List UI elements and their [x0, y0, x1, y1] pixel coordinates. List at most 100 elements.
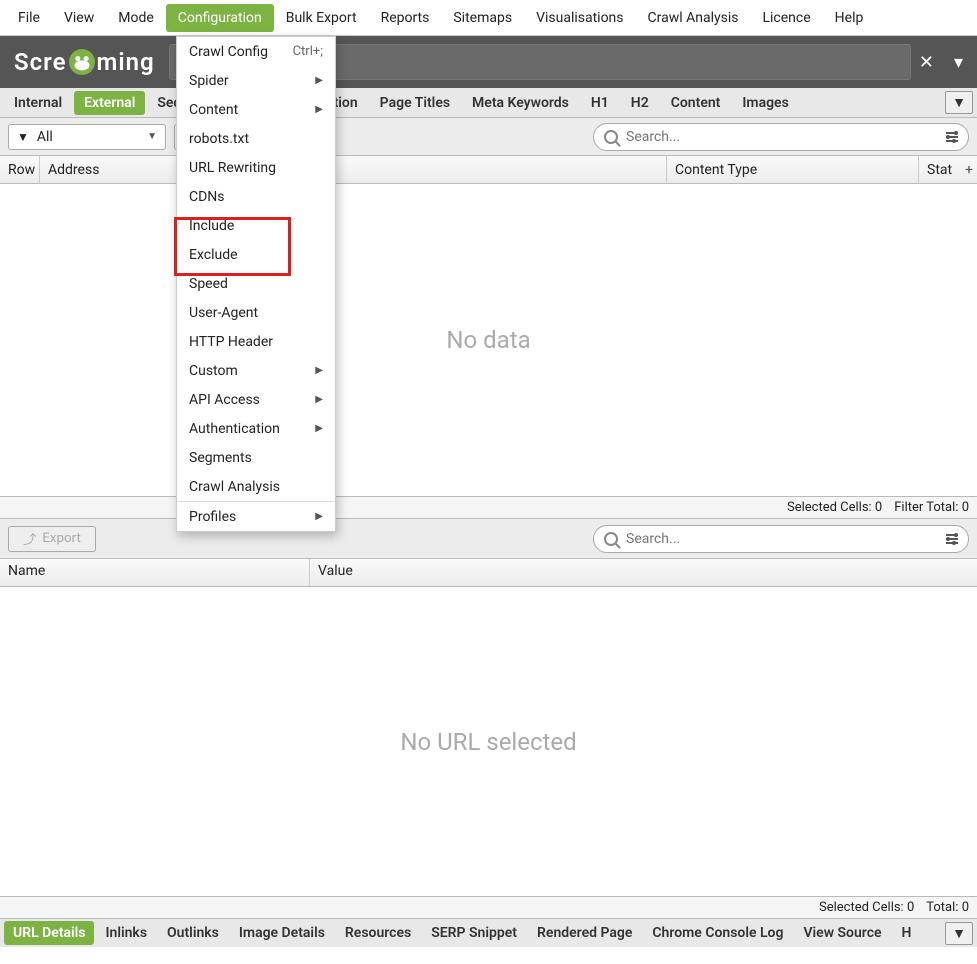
lower-export-button[interactable]: ⤴ Export: [8, 526, 96, 552]
menu-licence[interactable]: Licence: [750, 4, 822, 32]
menu-bulk-export[interactable]: Bulk Export: [274, 4, 369, 32]
cm-cdns[interactable]: CDNs: [177, 182, 335, 211]
tabs-overflow-button[interactable]: ▼: [945, 91, 973, 114]
cm-label: Authentication: [189, 421, 280, 437]
lower-search-input[interactable]: [626, 531, 938, 547]
cm-exclude[interactable]: Exclude: [177, 240, 335, 269]
selected-cells-value: 0: [907, 900, 914, 915]
search-icon: [604, 532, 618, 546]
menu-view[interactable]: View: [52, 4, 106, 32]
cm-label: Exclude: [189, 247, 238, 263]
funnel-icon: ▼: [17, 130, 29, 144]
btab-chrome-console-log[interactable]: Chrome Console Log: [643, 921, 792, 945]
tab-h2[interactable]: H2: [621, 91, 659, 115]
cm-include[interactable]: Include: [177, 211, 335, 240]
menu-mode[interactable]: Mode: [106, 4, 166, 32]
lower-table-header: Name Value: [0, 559, 977, 587]
lth-value[interactable]: Value: [310, 559, 977, 586]
submenu-arrow-icon: ▶: [315, 75, 323, 86]
search-wrap: [593, 123, 969, 151]
lower-search-wrap: [593, 525, 969, 553]
tab-content[interactable]: Content: [661, 91, 731, 115]
cm-label: Include: [189, 218, 234, 234]
cm-user-agent[interactable]: User-Agent: [177, 298, 335, 327]
selected-cells-label: Selected Cells:: [787, 500, 872, 515]
lower-data-area: No URL selected: [0, 587, 977, 897]
btab-inlinks[interactable]: Inlinks: [96, 921, 156, 945]
cm-label: HTTP Header: [189, 334, 273, 350]
btab-h[interactable]: H: [893, 921, 921, 945]
cm-spider[interactable]: Spider ▶: [177, 66, 335, 95]
status-bar-upper: Selected Cells: 0 Filter Total: 0: [0, 497, 977, 519]
th-status[interactable]: Stat: [919, 156, 977, 183]
tab-internal[interactable]: Internal: [4, 91, 72, 115]
cm-crawl-config[interactable]: Crawl ConfigCtrl+;: [177, 37, 335, 66]
cm-label: API Access: [189, 392, 260, 408]
cm-url-rewriting[interactable]: URL Rewriting: [177, 153, 335, 182]
menu-file[interactable]: File: [6, 4, 52, 32]
cm-segments[interactable]: Segments: [177, 443, 335, 472]
no-data-label: No data: [446, 326, 530, 354]
btab-view-source[interactable]: View Source: [794, 921, 890, 945]
th-address[interactable]: Address: [40, 156, 667, 183]
menu-visualisations[interactable]: Visualisations: [524, 4, 635, 32]
submenu-arrow-icon: ▶: [315, 365, 323, 376]
cm-profiles[interactable]: Profiles▶: [177, 502, 335, 531]
cm-speed[interactable]: Speed: [177, 269, 335, 298]
tab-external[interactable]: External: [74, 91, 145, 115]
cm-authentication[interactable]: Authentication ▶: [177, 414, 335, 443]
cm-label: Crawl Analysis: [189, 479, 280, 495]
app-logo: Scre ming: [0, 48, 169, 76]
cm-content[interactable]: Content▶: [177, 95, 335, 124]
tab-page-titles[interactable]: Page Titles: [370, 91, 460, 115]
btab-url-details[interactable]: URL Details: [4, 921, 94, 945]
sliders-icon[interactable]: [946, 534, 958, 544]
selected-cells-value: 0: [875, 500, 882, 515]
menu-help[interactable]: Help: [823, 4, 876, 32]
menu-crawl-analysis[interactable]: Crawl Analysis: [636, 4, 751, 32]
filter-label: All: [37, 129, 53, 145]
submenu-arrow-icon: ▶: [315, 394, 323, 405]
btab-serp-snippet[interactable]: SERP Snippet: [422, 921, 526, 945]
btab-outlinks[interactable]: Outlinks: [158, 921, 228, 945]
tab-meta-keywords[interactable]: Meta Keywords: [462, 91, 579, 115]
th-row[interactable]: Row: [0, 156, 40, 183]
submenu-arrow-icon: ▶: [315, 423, 323, 434]
clear-icon[interactable]: ✕: [919, 52, 934, 73]
filter-select[interactable]: ▼ All ▼: [8, 124, 166, 150]
table-header: Row Address Content Type Stat: [0, 156, 977, 184]
search-icon: [604, 130, 618, 144]
bottom-tabs-overflow-button[interactable]: ▼: [945, 922, 973, 945]
cm-crawl-analysis[interactable]: Crawl Analysis: [177, 472, 335, 501]
menu-configuration[interactable]: Configuration: [166, 4, 274, 32]
th-content-type[interactable]: Content Type: [667, 156, 919, 183]
submenu-arrow-icon: ▶: [315, 104, 323, 115]
btab-rendered-page[interactable]: Rendered Page: [528, 921, 641, 945]
upload-icon: ⤴: [23, 529, 36, 548]
filter-total-label: Filter Total:: [894, 500, 958, 515]
btab-image-details[interactable]: Image Details: [230, 921, 334, 945]
cm-label: Spider: [189, 73, 229, 89]
cm-custom[interactable]: Custom ▶: [177, 356, 335, 385]
lower-export-label: Export: [42, 531, 80, 546]
search-input[interactable]: [626, 129, 938, 145]
sliders-icon[interactable]: [946, 132, 958, 142]
tab-images[interactable]: Images: [732, 91, 798, 115]
menu-sitemaps[interactable]: Sitemaps: [441, 4, 524, 32]
chevron-down-icon[interactable]: ▾: [954, 52, 963, 73]
main-tabs-row: InternalExternalSecURLMeta DescriptionPa…: [0, 88, 977, 118]
btab-resources[interactable]: Resources: [336, 921, 420, 945]
cm-robots-txt[interactable]: robots.txt: [177, 124, 335, 153]
menu-reports[interactable]: Reports: [369, 4, 442, 32]
configuration-menu: Crawl ConfigCtrl+;Spider▶Content▶robots.…: [176, 36, 336, 532]
cm-label: Segments: [189, 450, 252, 466]
cm-label: Custom: [189, 363, 238, 379]
lth-name[interactable]: Name: [0, 559, 310, 586]
cm-http-header[interactable]: HTTP Header: [177, 327, 335, 356]
tab-h1[interactable]: H1: [581, 91, 619, 115]
total-label: Total:: [926, 900, 958, 915]
cm-api-access[interactable]: API Access ▶: [177, 385, 335, 414]
cm-label: User-Agent: [189, 305, 258, 321]
submenu-arrow-icon: ▶: [315, 511, 323, 522]
cm-label: Crawl Config: [189, 44, 268, 60]
